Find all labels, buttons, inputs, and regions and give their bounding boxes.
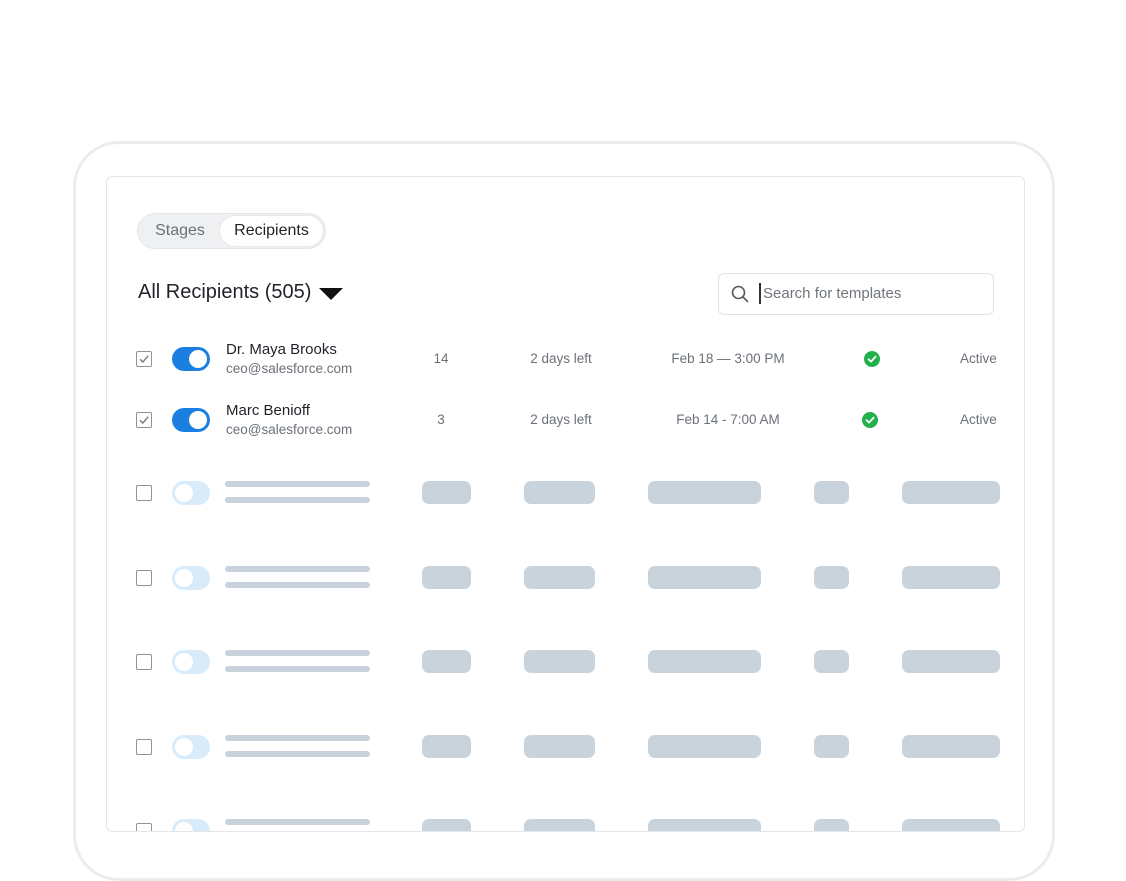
toggle-knob [175, 653, 193, 671]
skeleton-row [107, 469, 1024, 519]
toggle-knob [175, 738, 193, 756]
toggle-knob [175, 569, 193, 587]
row-toggle[interactable] [172, 566, 210, 590]
scheduled-datetime: Feb 18 — 3:00 PM [671, 351, 785, 366]
skeleton-block [902, 735, 1000, 758]
recipients-panel: Stages Recipients All Recipients (505) D… [106, 176, 1025, 832]
skeleton-block [524, 650, 595, 673]
skeleton-block [422, 735, 471, 758]
search-icon [731, 285, 749, 303]
skeleton-line [225, 751, 370, 757]
row-toggle[interactable] [172, 347, 210, 371]
recipient-email: ceo@salesforce.com [226, 361, 353, 376]
skeleton-row [107, 723, 1024, 773]
row-checkbox[interactable] [136, 351, 152, 367]
toggle-knob [189, 350, 207, 368]
row-toggle[interactable] [172, 481, 210, 505]
skeleton-line [225, 819, 370, 825]
toggle-knob [175, 484, 193, 502]
time-remaining: 2 days left [530, 412, 592, 427]
skeleton-block [814, 566, 849, 589]
view-tabs: Stages Recipients [137, 213, 326, 249]
row-toggle[interactable] [172, 819, 210, 831]
skeleton-line [225, 735, 370, 741]
row-checkbox[interactable] [136, 654, 152, 670]
row-checkbox[interactable] [136, 412, 152, 428]
skeleton-block [814, 481, 849, 504]
search-box[interactable] [718, 273, 994, 315]
recipient-email: ceo@salesforce.com [226, 422, 353, 437]
row-toggle[interactable] [172, 650, 210, 674]
skeleton-block [648, 481, 761, 504]
skeleton-block [902, 481, 1000, 504]
tab-stages[interactable]: Stages [140, 216, 220, 246]
caret-down-icon [319, 287, 344, 300]
row-checkbox[interactable] [136, 739, 152, 755]
skeleton-block [422, 819, 471, 831]
status-label: Active [960, 412, 997, 427]
recipient-count: 14 [433, 351, 449, 366]
table-row[interactable]: Dr. Maya Brooks ceo@salesforce.com 14 2 … [107, 335, 1024, 385]
check-circle-icon [862, 412, 878, 428]
skeleton-line [225, 666, 370, 672]
checkmark-icon [139, 355, 149, 364]
skeleton-block [422, 650, 471, 673]
row-checkbox[interactable] [136, 485, 152, 501]
toggle-knob [175, 822, 193, 831]
check-circle-icon [864, 351, 880, 367]
recipient-name: Dr. Maya Brooks [226, 341, 337, 358]
recipients-filter-label: All Recipients (505) [138, 281, 312, 303]
skeleton-block [524, 819, 595, 831]
time-remaining: 2 days left [530, 351, 592, 366]
recipient-count: 3 [437, 412, 445, 427]
skeleton-block [902, 650, 1000, 673]
recipients-filter-dropdown[interactable]: All Recipients (505) [138, 281, 344, 304]
skeleton-row [107, 554, 1024, 604]
skeleton-block [814, 735, 849, 758]
skeleton-block [814, 819, 849, 831]
skeleton-block [524, 735, 595, 758]
skeleton-block [814, 650, 849, 673]
skeleton-line [225, 582, 370, 588]
skeleton-row [107, 638, 1024, 688]
toggle-knob [189, 411, 207, 429]
search-input[interactable] [763, 280, 983, 306]
table-row[interactable]: Marc Benioff ceo@salesforce.com 3 2 days… [107, 397, 1024, 447]
skeleton-block [902, 819, 1000, 831]
skeleton-block [648, 566, 761, 589]
skeleton-block [422, 566, 471, 589]
skeleton-block [422, 481, 471, 504]
recipient-name: Marc Benioff [226, 402, 310, 419]
row-checkbox[interactable] [136, 823, 152, 831]
row-toggle[interactable] [172, 735, 210, 759]
skeleton-block [648, 819, 761, 831]
tab-recipients[interactable]: Recipients [220, 216, 323, 246]
skeleton-line [225, 497, 370, 503]
text-cursor [759, 283, 761, 304]
skeleton-block [902, 566, 1000, 589]
skeleton-line [225, 566, 370, 572]
skeleton-block [648, 735, 761, 758]
skeleton-line [225, 481, 370, 487]
checkmark-icon [139, 416, 149, 425]
skeleton-block [524, 566, 595, 589]
skeleton-row [107, 807, 1024, 831]
row-toggle[interactable] [172, 408, 210, 432]
skeleton-line [225, 650, 370, 656]
skeleton-block [648, 650, 761, 673]
row-checkbox[interactable] [136, 570, 152, 586]
skeleton-block [524, 481, 595, 504]
status-label: Active [960, 351, 997, 366]
scheduled-datetime: Feb 14 - 7:00 AM [676, 412, 780, 427]
